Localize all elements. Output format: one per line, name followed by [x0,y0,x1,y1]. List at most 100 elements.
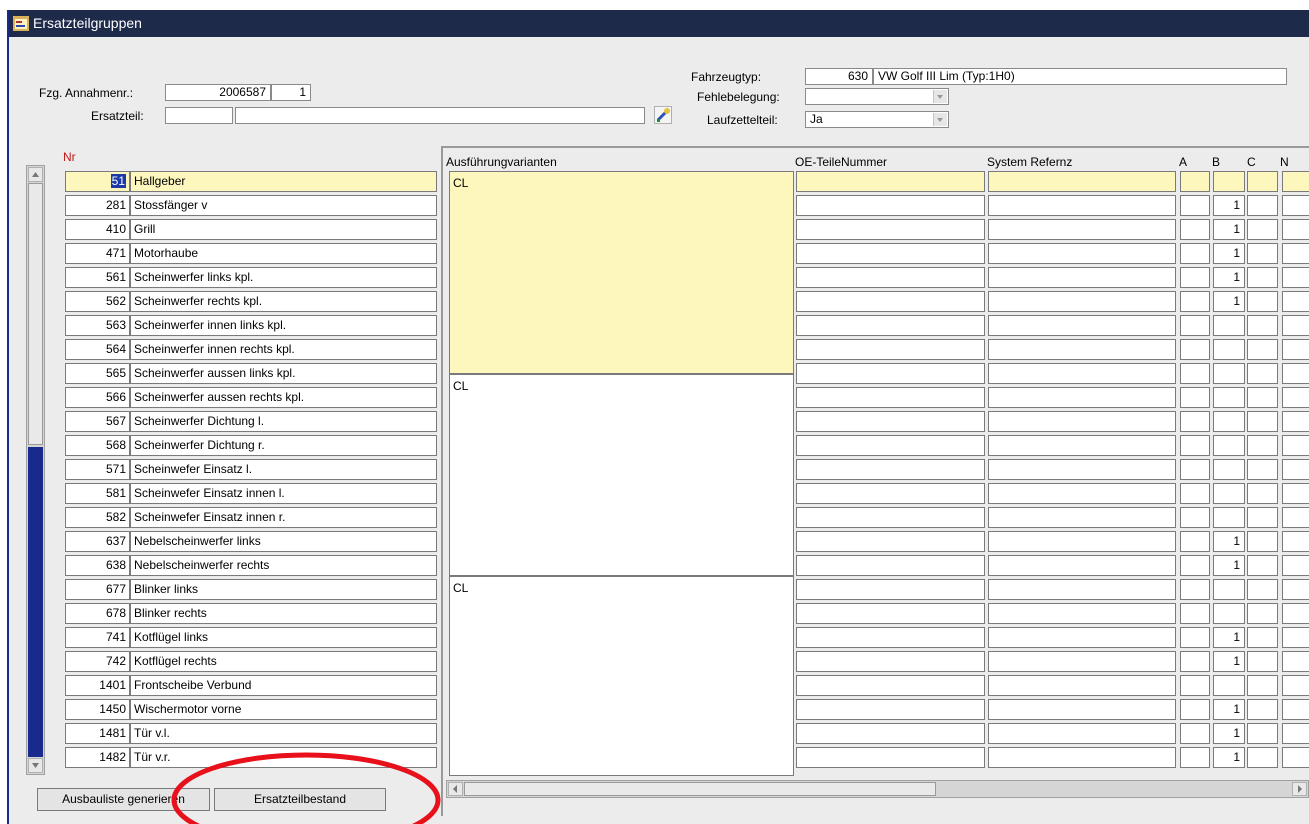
part-nr-cell[interactable]: 678 [65,603,130,624]
ersatzteil-text-field[interactable] [235,107,645,124]
system-ref-cell[interactable] [988,411,1176,432]
part-nr-cell[interactable]: 741 [65,627,130,648]
b-cell[interactable] [1213,363,1245,384]
c-cell[interactable] [1247,363,1278,384]
part-nr-cell[interactable]: 563 [65,315,130,336]
oe-number-cell[interactable] [796,483,985,504]
b-cell[interactable]: 1 [1213,627,1245,648]
a-cell[interactable] [1180,435,1210,456]
a-cell[interactable] [1180,579,1210,600]
oe-number-cell[interactable] [796,219,985,240]
oe-number-cell[interactable] [796,507,985,528]
n-cell[interactable] [1282,651,1309,672]
a-cell[interactable] [1180,339,1210,360]
part-nr-cell[interactable]: 562 [65,291,130,312]
n-cell[interactable] [1282,243,1309,264]
annahme-nr-field[interactable]: 2006587 [165,84,271,101]
oe-number-cell[interactable] [796,171,985,192]
n-cell[interactable] [1282,339,1309,360]
part-nr-cell[interactable]: 567 [65,411,130,432]
n-cell[interactable] [1282,291,1309,312]
a-cell[interactable] [1180,315,1210,336]
system-ref-cell[interactable] [988,699,1176,720]
a-cell[interactable] [1180,171,1210,192]
c-cell[interactable] [1247,723,1278,744]
part-nr-cell[interactable]: 471 [65,243,130,264]
system-ref-cell[interactable] [988,675,1176,696]
c-cell[interactable] [1247,651,1278,672]
c-cell[interactable] [1247,483,1278,504]
a-cell[interactable] [1180,675,1210,696]
part-nr-cell[interactable]: 1482 [65,747,130,768]
n-cell[interactable] [1282,627,1309,648]
a-cell[interactable] [1180,603,1210,624]
system-ref-cell[interactable] [988,603,1176,624]
c-cell[interactable] [1247,171,1278,192]
a-cell[interactable] [1180,291,1210,312]
system-ref-cell[interactable] [988,243,1176,264]
chevron-down-icon[interactable] [933,113,947,126]
c-cell[interactable] [1247,675,1278,696]
part-name-cell[interactable]: Scheinwerfer innen rechts kpl. [130,339,437,360]
c-cell[interactable] [1247,291,1278,312]
variant-field[interactable]: CL [449,171,794,374]
part-name-cell[interactable]: Stossfänger v [130,195,437,216]
fahrzeugtyp-nr-field[interactable]: 630 [805,68,873,85]
b-cell[interactable] [1213,459,1245,480]
n-cell[interactable] [1282,747,1309,768]
part-name-cell[interactable]: Motorhaube [130,243,437,264]
system-ref-cell[interactable] [988,195,1176,216]
variant-field[interactable]: CL [449,576,794,776]
c-cell[interactable] [1247,507,1278,528]
oe-number-cell[interactable] [796,555,985,576]
part-nr-cell[interactable]: 561 [65,267,130,288]
c-cell[interactable] [1247,267,1278,288]
ersatzteil-code-field[interactable] [165,107,233,124]
n-cell[interactable] [1282,699,1309,720]
a-cell[interactable] [1180,243,1210,264]
n-cell[interactable] [1282,531,1309,552]
n-cell[interactable] [1282,315,1309,336]
oe-number-cell[interactable] [796,699,985,720]
part-name-cell[interactable]: Scheinwerfer rechts kpl. [130,291,437,312]
c-cell[interactable] [1247,243,1278,264]
c-cell[interactable] [1247,339,1278,360]
system-ref-cell[interactable] [988,483,1176,504]
n-cell[interactable] [1282,195,1309,216]
part-name-cell[interactable]: Grill [130,219,437,240]
b-cell[interactable]: 1 [1213,555,1245,576]
oe-number-cell[interactable] [796,315,985,336]
c-cell[interactable] [1247,219,1278,240]
part-nr-cell[interactable]: 565 [65,363,130,384]
oe-number-cell[interactable] [796,651,985,672]
b-cell[interactable]: 1 [1213,219,1245,240]
b-cell[interactable] [1213,579,1245,600]
a-cell[interactable] [1180,555,1210,576]
b-cell[interactable] [1213,507,1245,528]
a-cell[interactable] [1180,507,1210,528]
oe-number-cell[interactable] [796,531,985,552]
system-ref-cell[interactable] [988,339,1176,360]
search-wand-icon[interactable] [654,106,672,124]
c-cell[interactable] [1247,747,1278,768]
part-nr-cell[interactable]: 281 [65,195,130,216]
b-cell[interactable]: 1 [1213,267,1245,288]
part-name-cell[interactable]: Scheinwerfer innen links kpl. [130,315,437,336]
n-cell[interactable] [1282,171,1309,192]
b-cell[interactable]: 1 [1213,531,1245,552]
a-cell[interactable] [1180,747,1210,768]
scroll-left-icon[interactable] [448,782,463,796]
laufzettel-select[interactable]: Ja [805,111,949,128]
b-cell[interactable]: 1 [1213,747,1245,768]
n-cell[interactable] [1282,579,1309,600]
n-cell[interactable] [1282,723,1309,744]
n-cell[interactable] [1282,603,1309,624]
n-cell[interactable] [1282,219,1309,240]
c-cell[interactable] [1247,531,1278,552]
h-scroll-thumb[interactable] [464,782,936,796]
part-name-cell[interactable]: Kotflügel links [130,627,437,648]
part-name-cell[interactable]: Scheinwefer Einsatz innen l. [130,483,437,504]
c-cell[interactable] [1247,411,1278,432]
oe-number-cell[interactable] [796,267,985,288]
b-cell[interactable] [1213,387,1245,408]
